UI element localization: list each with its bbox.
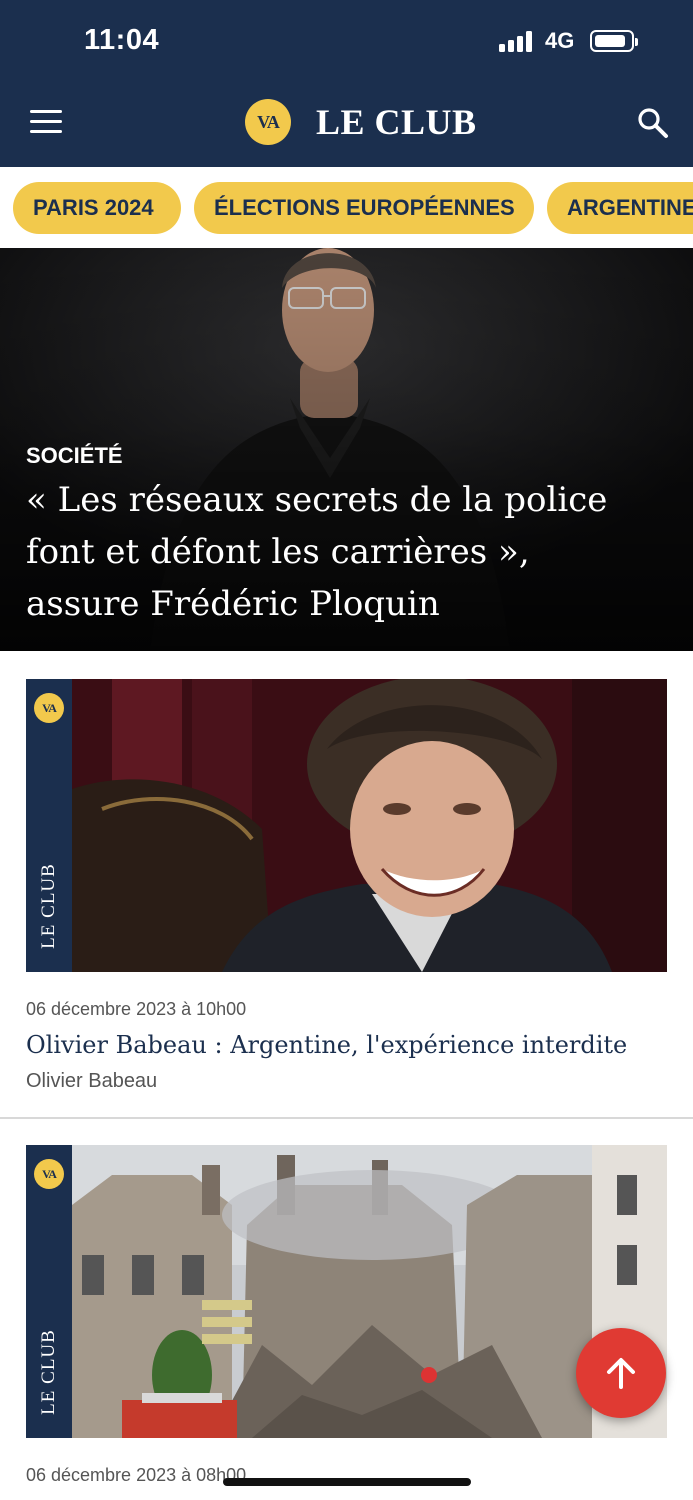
hero-title-line: « Les réseaux secrets de la police — [26, 480, 608, 520]
cellular-signal-icon — [499, 30, 535, 52]
network-type: 4G — [545, 28, 575, 53]
article-card[interactable]: VA LE CLUB 06 décembre 2023 à 10h00 Oliv… — [26, 679, 667, 1099]
topic-pill[interactable]: PARIS 2024 — [13, 182, 181, 234]
article-title[interactable]: Olivier Babeau : Argentine, l'expérience… — [26, 1031, 667, 1059]
status-bar: 11:04 4G — [0, 0, 693, 82]
topic-pill[interactable]: ÉLECTIONS EUROPÉENNES — [194, 182, 534, 234]
va-logo: VA — [34, 693, 64, 723]
va-logo[interactable]: VA — [245, 99, 291, 145]
hero-title-line: assure Frédéric Ploquin — [26, 584, 440, 624]
arrow-up-icon — [607, 1358, 635, 1389]
article-date: 06 décembre 2023 à 10h00 — [26, 999, 247, 1019]
app-header: 11:04 4G VA LE CLUB — [0, 0, 693, 167]
article-image: VA LE CLUB — [26, 679, 667, 972]
hamburger-icon[interactable] — [30, 110, 62, 134]
article-card[interactable]: VA LE CLUB 06 décembre 2023 à 08h00 — [26, 1145, 667, 1500]
va-logo: VA — [34, 1159, 64, 1189]
topic-tabs: PARIS 2024 ÉLECTIONS EUROPÉENNES ARGENTI… — [0, 182, 693, 234]
hero-article[interactable]: SOCIÉTÉ « Les réseaux secrets de la poli… — [0, 248, 693, 651]
club-label: LE CLUB — [26, 851, 72, 961]
section-title[interactable]: LE CLUB — [316, 101, 477, 143]
home-indicator[interactable] — [223, 1478, 471, 1486]
logo-text: VA — [42, 1167, 57, 1181]
battery-icon — [590, 30, 638, 52]
topic-pill[interactable]: ARGENTINE — [547, 182, 693, 234]
scroll-to-top-button[interactable] — [576, 1328, 666, 1418]
club-band: VA LE CLUB — [26, 679, 72, 972]
divider — [0, 1117, 693, 1119]
article-image: VA LE CLUB — [26, 1145, 667, 1438]
logo-text: VA — [42, 701, 57, 715]
status-time: 11:04 — [84, 24, 160, 56]
club-band: VA LE CLUB — [26, 1145, 72, 1438]
club-label-text: LE CLUB — [38, 863, 59, 949]
search-icon[interactable] — [636, 106, 670, 140]
club-label: LE CLUB — [26, 1317, 72, 1427]
article-photo — [72, 1145, 667, 1438]
hero-title: « Les réseaux secrets de la police font … — [26, 474, 666, 630]
club-label-text: LE CLUB — [38, 1329, 59, 1415]
hero-category: SOCIÉTÉ — [26, 443, 123, 468]
article-author[interactable]: Olivier Babeau — [26, 1070, 157, 1093]
logo-text: VA — [257, 112, 280, 132]
hero-title-line: font et défont les carrières », — [26, 532, 530, 572]
article-photo — [72, 679, 667, 972]
article-date: 06 décembre 2023 à 08h00 — [26, 1465, 247, 1485]
